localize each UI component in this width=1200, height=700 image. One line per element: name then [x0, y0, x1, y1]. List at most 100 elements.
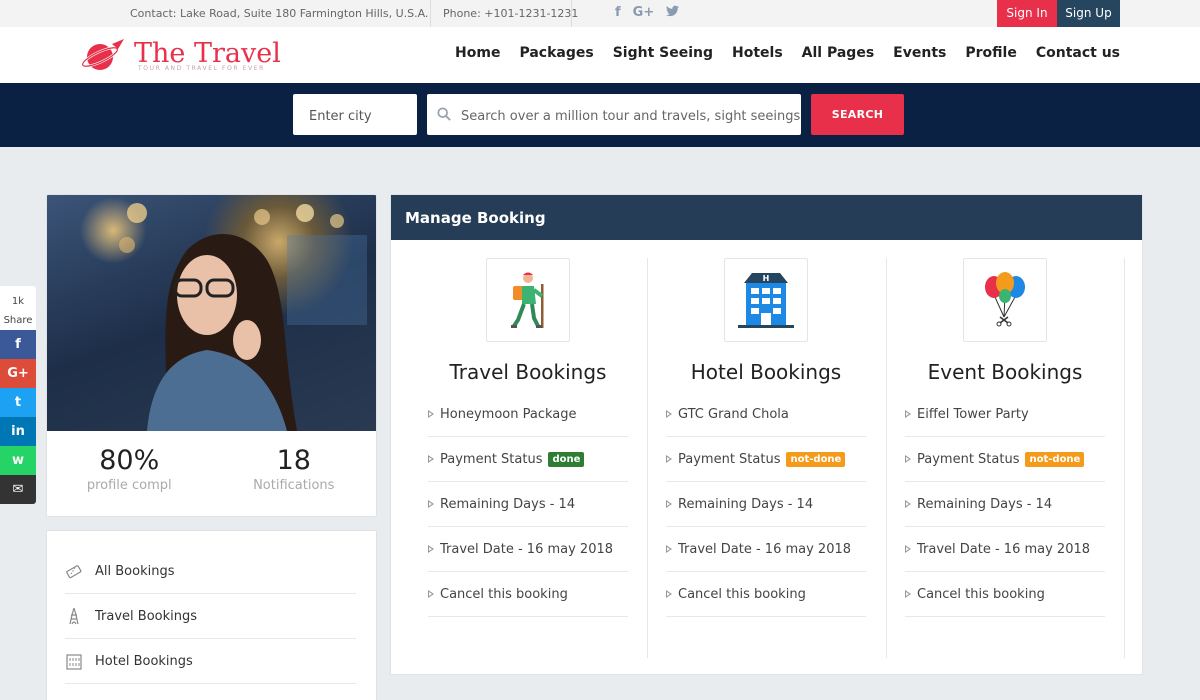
nav-packages[interactable]: Packages [519, 45, 593, 61]
nav-home[interactable]: Home [455, 45, 500, 61]
search-band: Enter city Search over a million tour an… [0, 83, 1200, 147]
panel-title: Manage Booking [391, 195, 1142, 240]
booking-column-hotel: H Hotel Bookings GTC Grand Chola Payment… [666, 258, 866, 617]
arrow-right-icon [905, 500, 911, 508]
profile-completion-label: profile compl [86, 478, 172, 493]
profile-card: 80% profile compl 18 Notifications [46, 194, 377, 517]
search-button[interactable]: SEARCH [811, 94, 904, 135]
cancel-booking-label: Cancel this booking [678, 586, 806, 602]
side-menu-label: All Bookings [95, 563, 175, 579]
top-bar: Contact: Lake Road, Suite 180 Farmington… [0, 0, 1200, 27]
booking-item[interactable]: Honeymoon Package [428, 392, 628, 437]
column-title: Event Bookings [927, 360, 1083, 384]
main-nav: Home Packages Sight Seeing Hotels All Pa… [455, 45, 1120, 61]
travel-date: Travel Date - 16 may 2018 [905, 527, 1105, 572]
arrow-right-icon [428, 455, 434, 463]
arrow-right-icon [666, 545, 672, 553]
nav-contact-us[interactable]: Contact us [1036, 45, 1120, 61]
side-menu-hotel-bookings[interactable]: Hotel Bookings [65, 639, 356, 684]
share-whatsapp-icon[interactable]: w [0, 446, 36, 475]
side-menu-all-bookings[interactable]: All Bookings [65, 549, 356, 594]
remaining-days: Remaining Days - 14 [905, 482, 1105, 527]
manage-booking-panel: Manage Booking Travel Bookings Honeymoon… [390, 194, 1143, 675]
arrow-right-icon [428, 410, 434, 418]
profile-photo [47, 195, 376, 431]
profile-stats: 80% profile compl 18 Notifications [47, 431, 377, 516]
nav-events[interactable]: Events [893, 45, 946, 61]
balloons-icon [963, 258, 1047, 342]
payment-status: Payment Status done [428, 437, 628, 482]
arrow-right-icon [666, 410, 672, 418]
side-menu-label: Travel Bookings [95, 608, 198, 624]
travel-date-label: Travel Date - 16 may 2018 [440, 541, 614, 557]
arrow-right-icon [905, 455, 911, 463]
topbar-divider [430, 0, 431, 27]
arrow-right-icon [428, 500, 434, 508]
notifications-stat[interactable]: 18 Notifications [212, 431, 377, 516]
side-menu-label: Hotel Bookings [95, 653, 193, 669]
google-plus-icon[interactable]: G+ [633, 5, 655, 21]
logo-tagline: TOUR AND TRAVEL FOR EVER [138, 65, 265, 72]
side-menu-travel-bookings[interactable]: Travel Bookings [65, 594, 356, 639]
travel-date-label: Travel Date - 16 may 2018 [678, 541, 852, 557]
cancel-booking-link[interactable]: Cancel this booking [428, 572, 628, 617]
booking-column-travel: Travel Bookings Honeymoon Package Paymen… [428, 258, 628, 617]
booking-item[interactable]: Eiffel Tower Party [905, 392, 1105, 437]
cancel-booking-link[interactable]: Cancel this booking [905, 572, 1105, 617]
payment-status: Payment Status not-done [905, 437, 1105, 482]
facebook-icon[interactable]: f [615, 5, 621, 21]
cancel-booking-link[interactable]: Cancel this booking [666, 572, 866, 617]
nav-all-pages[interactable]: All Pages [802, 45, 875, 61]
arrow-right-icon [428, 545, 434, 553]
cancel-booking-label: Cancel this booking [440, 586, 568, 602]
sign-in-button[interactable]: Sign In [997, 0, 1057, 27]
notifications-label: Notifications [253, 478, 335, 493]
travel-date-label: Travel Date - 16 may 2018 [917, 541, 1091, 557]
city-input[interactable]: Enter city [293, 94, 417, 135]
header: The Travel TOUR AND TRAVEL FOR EVER Home… [0, 27, 1200, 83]
booking-column-event: Event Bookings Eiffel Tower Party Paymen… [905, 258, 1105, 617]
nav-profile[interactable]: Profile [965, 45, 1016, 61]
search-input[interactable]: Search over a million tour and travels, … [427, 94, 801, 135]
profile-completion-value: 80% [99, 445, 160, 476]
booking-item[interactable]: GTC Grand Chola [666, 392, 866, 437]
payment-status: Payment Status not-done [666, 437, 866, 482]
contact-address: Contact: Lake Road, Suite 180 Farmington… [130, 7, 429, 20]
column-title: Hotel Bookings [690, 360, 842, 384]
booking-item-label: GTC Grand Chola [678, 406, 789, 422]
share-count: 1k [11, 296, 25, 307]
eiffel-tower-icon [69, 607, 79, 625]
share-linkedin-icon[interactable]: in [0, 417, 36, 446]
hiker-icon [486, 258, 570, 342]
logo[interactable]: The Travel TOUR AND TRAVEL FOR EVER [81, 35, 281, 73]
share-facebook-icon[interactable]: f [0, 330, 36, 359]
twitter-icon[interactable] [666, 5, 680, 21]
column-divider [647, 258, 648, 658]
status-badge: not-done [1025, 451, 1085, 467]
status-badge: done [548, 451, 585, 467]
remaining-days: Remaining Days - 14 [428, 482, 628, 527]
nav-sight-seeing[interactable]: Sight Seeing [613, 45, 713, 61]
building-icon [66, 654, 82, 670]
share-twitter-icon[interactable]: t [0, 388, 36, 417]
profile-completion: 80% profile compl [47, 431, 212, 516]
remaining-days-label: Remaining Days - 14 [440, 496, 576, 512]
booking-item-label: Eiffel Tower Party [917, 406, 1029, 422]
arrow-right-icon [905, 545, 911, 553]
share-email-icon[interactable]: ✉ [0, 475, 36, 504]
share-google-plus-icon[interactable]: G+ [0, 359, 36, 388]
remaining-days: Remaining Days - 14 [666, 482, 866, 527]
remaining-days-label: Remaining Days - 14 [678, 496, 814, 512]
column-title: Travel Bookings [449, 360, 607, 384]
payment-status-label: Payment Status [917, 451, 1020, 467]
sign-up-button[interactable]: Sign Up [1057, 0, 1120, 27]
share-label: Share [3, 315, 33, 326]
column-divider [1124, 258, 1125, 658]
payment-status-label: Payment Status [678, 451, 781, 467]
booking-item-label: Honeymoon Package [440, 406, 577, 422]
topbar-divider [571, 0, 572, 27]
arrow-right-icon [905, 410, 911, 418]
status-badge: not-done [786, 451, 846, 467]
payment-status-label: Payment Status [440, 451, 543, 467]
nav-hotels[interactable]: Hotels [732, 45, 783, 61]
